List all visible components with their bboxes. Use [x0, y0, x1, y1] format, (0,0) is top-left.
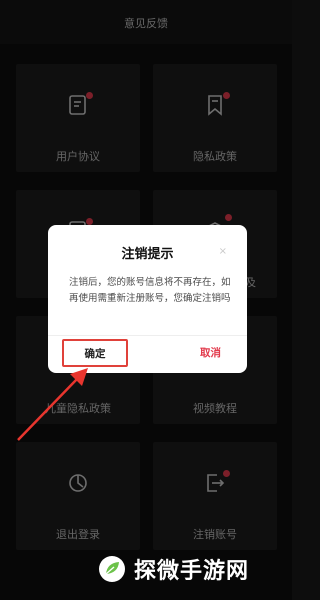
watermark-text: 探微手游网: [134, 559, 250, 584]
leaf-logo-icon: [99, 556, 125, 582]
annotation-arrow-icon: [17, 368, 88, 441]
watermark: 探微手游网: [98, 553, 249, 585]
